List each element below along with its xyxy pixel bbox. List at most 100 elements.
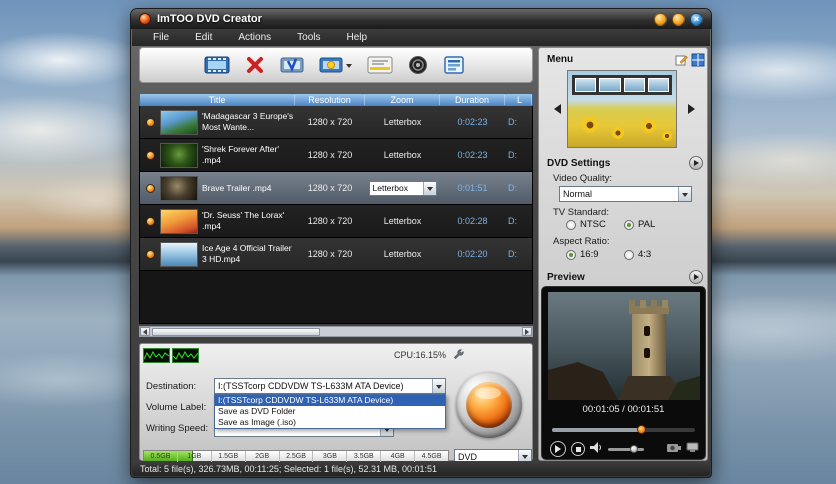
chevron-down-icon[interactable] bbox=[346, 63, 352, 71]
edit-menu-icon[interactable] bbox=[675, 53, 689, 67]
column-duration[interactable]: Duration bbox=[440, 95, 505, 105]
audio-button[interactable] bbox=[408, 55, 428, 75]
menu-template-preview[interactable] bbox=[567, 70, 677, 148]
chevron-down-icon[interactable] bbox=[422, 181, 436, 195]
menu-list-icon bbox=[444, 56, 464, 74]
menu-next-button[interactable] bbox=[688, 104, 700, 114]
disc-capacity-meter: 0.5GB 1GB 1.5GB 2GB 2.5GB 3GB 3.5GB 4GB … bbox=[143, 450, 449, 463]
video-status-icon bbox=[140, 249, 160, 259]
title-bar[interactable]: ImTOO DVD Creator × bbox=[131, 9, 711, 29]
preview-expand-button[interactable] bbox=[689, 270, 703, 284]
scroll-left-arrow[interactable] bbox=[140, 327, 150, 336]
tv-standard-label: TV Standard: bbox=[553, 207, 609, 218]
file-list: 'Madagascar 3 Europe's Most Wante... 128… bbox=[139, 106, 533, 324]
horizontal-scrollbar[interactable] bbox=[139, 326, 533, 337]
radio-icon bbox=[566, 249, 576, 260]
video-status-icon bbox=[140, 183, 160, 193]
play-button[interactable] bbox=[550, 441, 566, 457]
table-row[interactable]: 'Dr. Seuss' The Lorax' .mp4 1280 x 720 L… bbox=[140, 205, 532, 238]
playback-controls bbox=[550, 440, 699, 458]
table-header: Title Resolution Zoom Duration L bbox=[139, 93, 533, 106]
video-status-icon bbox=[140, 117, 160, 127]
destination-label: Destination: bbox=[146, 381, 197, 392]
table-row[interactable]: 'Madagascar 3 Europe's Most Wante... 128… bbox=[140, 106, 532, 139]
video-quality-label: Video Quality: bbox=[553, 173, 612, 184]
scroll-right-arrow[interactable] bbox=[522, 327, 532, 336]
audio-disc-icon bbox=[409, 56, 427, 74]
cpu-usage: CPU:16.15% bbox=[393, 350, 446, 360]
snapshot-icon[interactable] bbox=[667, 440, 681, 458]
radio-pal[interactable]: PAL bbox=[624, 219, 655, 230]
seek-slider[interactable] bbox=[552, 425, 695, 434]
menu-template-icon[interactable] bbox=[691, 53, 705, 67]
volume-label: Volume Label: bbox=[146, 402, 207, 413]
toolbar bbox=[139, 47, 533, 83]
filmstrip-frames bbox=[572, 75, 672, 95]
menu-actions[interactable]: Actions bbox=[225, 32, 284, 43]
radio-icon bbox=[624, 219, 634, 230]
speaker-icon[interactable] bbox=[590, 440, 603, 458]
minimize-button[interactable] bbox=[654, 12, 667, 26]
scrollbar-thumb[interactable] bbox=[152, 327, 320, 336]
filmstrip-icon bbox=[204, 56, 230, 74]
add-video-button[interactable] bbox=[204, 55, 230, 75]
destination-option-selected[interactable]: I:(TSSTcorp CDDVDW TS-L633M ATA Device) bbox=[215, 395, 445, 406]
maximize-button[interactable] bbox=[672, 12, 685, 26]
preview-section-title: Preview bbox=[547, 272, 585, 283]
dvd-settings-expand-button[interactable] bbox=[689, 156, 703, 170]
video-thumbnail bbox=[160, 208, 198, 234]
chevron-down-icon[interactable] bbox=[432, 379, 445, 393]
desktop-background: ImTOO DVD Creator × File Edit Actions To… bbox=[0, 0, 836, 484]
column-title[interactable]: Title bbox=[140, 95, 295, 105]
app-icon bbox=[139, 13, 151, 25]
radio-ntsc[interactable]: NTSC bbox=[566, 219, 606, 230]
effects-icon bbox=[319, 57, 343, 73]
video-thumbnail bbox=[160, 175, 198, 201]
close-button[interactable]: × bbox=[690, 12, 703, 26]
menu-help[interactable]: Help bbox=[334, 32, 381, 43]
wrench-icon[interactable] bbox=[452, 348, 465, 366]
seek-thumb[interactable] bbox=[636, 425, 646, 434]
waveform-meter-icon bbox=[172, 348, 199, 363]
volume-thumb[interactable] bbox=[630, 444, 639, 453]
destination-option[interactable]: Save as DVD Folder bbox=[215, 406, 445, 417]
effects-button[interactable] bbox=[319, 55, 352, 75]
delete-button[interactable] bbox=[245, 55, 265, 75]
menu-file[interactable]: File bbox=[140, 32, 182, 43]
clip-button[interactable] bbox=[280, 55, 304, 75]
menu-section-title: Menu bbox=[547, 54, 574, 65]
destination-option[interactable]: Save as Image (.iso) bbox=[215, 417, 445, 428]
capture-device-icon[interactable] bbox=[686, 440, 699, 458]
video-status-icon bbox=[140, 216, 160, 226]
app-window: ImTOO DVD Creator × File Edit Actions To… bbox=[130, 8, 712, 478]
radio-4-3[interactable]: 4:3 bbox=[624, 249, 651, 260]
video-status-icon bbox=[140, 150, 160, 160]
delete-x-icon bbox=[247, 57, 263, 73]
zoom-select[interactable]: Letterbox bbox=[368, 180, 437, 196]
menu-tools[interactable]: Tools bbox=[284, 32, 333, 43]
burn-button[interactable] bbox=[456, 372, 522, 438]
column-zoom[interactable]: Zoom bbox=[365, 95, 440, 105]
video-thumbnail bbox=[160, 241, 198, 267]
stop-button[interactable] bbox=[571, 442, 585, 456]
subtitle-button[interactable] bbox=[367, 55, 393, 75]
table-row[interactable]: 'Shrek Forever After' .mp4 1280 x 720 Le… bbox=[140, 139, 532, 172]
radio-icon bbox=[624, 249, 634, 260]
status-bar: Total: 5 file(s), 326.73MB, 00:11:25; Se… bbox=[132, 461, 710, 476]
table-row-selected[interactable]: Brave Trailer .mp4 1280 x 720 Letterbox … bbox=[140, 172, 532, 205]
writing-speed-label: Writing Speed: bbox=[146, 423, 209, 434]
menu-prev-button[interactable] bbox=[549, 104, 561, 114]
sunflower-icon bbox=[612, 127, 624, 139]
table-row[interactable]: Ice Age 4 Official Trailer 3 HD.mp4 1280… bbox=[140, 238, 532, 271]
destination-select[interactable]: I:(TSSTcorp CDDVDW TS-L633M ATA Device) bbox=[214, 378, 446, 394]
volume-slider[interactable] bbox=[608, 444, 644, 453]
preview-player: 00:01:05 / 00:01:51 bbox=[541, 286, 706, 460]
menu-edit[interactable]: Edit bbox=[182, 32, 225, 43]
column-resolution[interactable]: Resolution bbox=[295, 95, 365, 105]
chevron-down-icon[interactable] bbox=[678, 187, 691, 201]
column-language[interactable]: L bbox=[505, 95, 532, 105]
radio-16-9[interactable]: 16:9 bbox=[566, 249, 599, 260]
video-quality-select[interactable]: Normal bbox=[559, 186, 692, 202]
menu-editor-button[interactable] bbox=[443, 55, 465, 75]
window-controls: × bbox=[654, 12, 703, 26]
